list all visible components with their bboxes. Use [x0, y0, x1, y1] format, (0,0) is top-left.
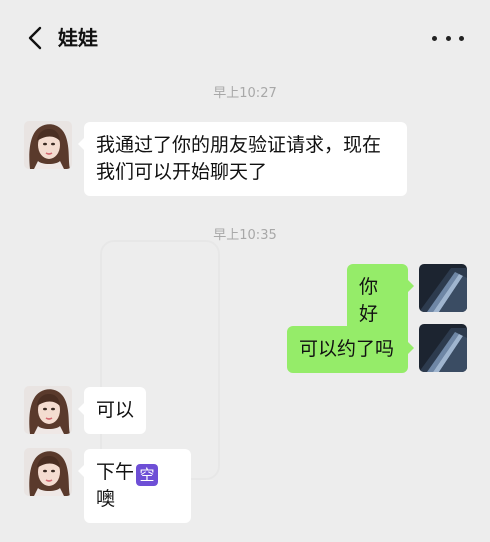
message-text: 可以约了吗 — [299, 338, 395, 360]
message-bubble-outgoing[interactable]: 可以约了吗 — [287, 326, 414, 373]
message-bubble-incoming[interactable]: 可以 — [78, 387, 146, 434]
contact-avatar[interactable] — [24, 448, 72, 496]
timestamp: 早上10:35 — [213, 228, 277, 243]
status-bar — [0, 0, 490, 8]
more-dots-icon — [432, 35, 437, 41]
back-button[interactable] — [22, 24, 50, 52]
girl-photo-avatar — [24, 448, 72, 496]
message-text: 可以 — [96, 399, 135, 421]
message-text: 你好 — [359, 276, 379, 325]
message-bubble-incoming[interactable]: 下午 空噢 — [78, 449, 191, 523]
emoji-kong-badge: 空 — [136, 464, 159, 486]
contact-avatar[interactable] — [24, 121, 72, 169]
timestamp: 早上10:27 — [213, 86, 277, 101]
more-options-button[interactable] — [432, 24, 464, 52]
message-text: 噢 — [96, 488, 116, 510]
message-text: 下午 — [96, 461, 135, 483]
message-text: 我通过了你的朋友验证请求，现在 — [96, 134, 382, 156]
chat-title: 娃娃 — [58, 26, 98, 50]
message-text: 我们可以开始聊天了 — [96, 161, 268, 183]
girl-photo-avatar — [24, 121, 72, 169]
message-bubble-incoming[interactable]: 我通过了你的朋友验证请求，现在 我们可以开始聊天了 — [78, 122, 407, 196]
girl-photo-avatar — [24, 386, 72, 434]
chevron-left-icon — [28, 26, 42, 50]
self-avatar[interactable] — [419, 264, 467, 312]
self-avatar[interactable] — [419, 324, 467, 372]
dark-phone-avatar — [419, 264, 467, 312]
contact-avatar[interactable] — [24, 386, 72, 434]
background-watermark — [100, 240, 220, 480]
dark-phone-avatar — [419, 324, 467, 372]
chat-header: 娃娃 — [0, 10, 490, 66]
